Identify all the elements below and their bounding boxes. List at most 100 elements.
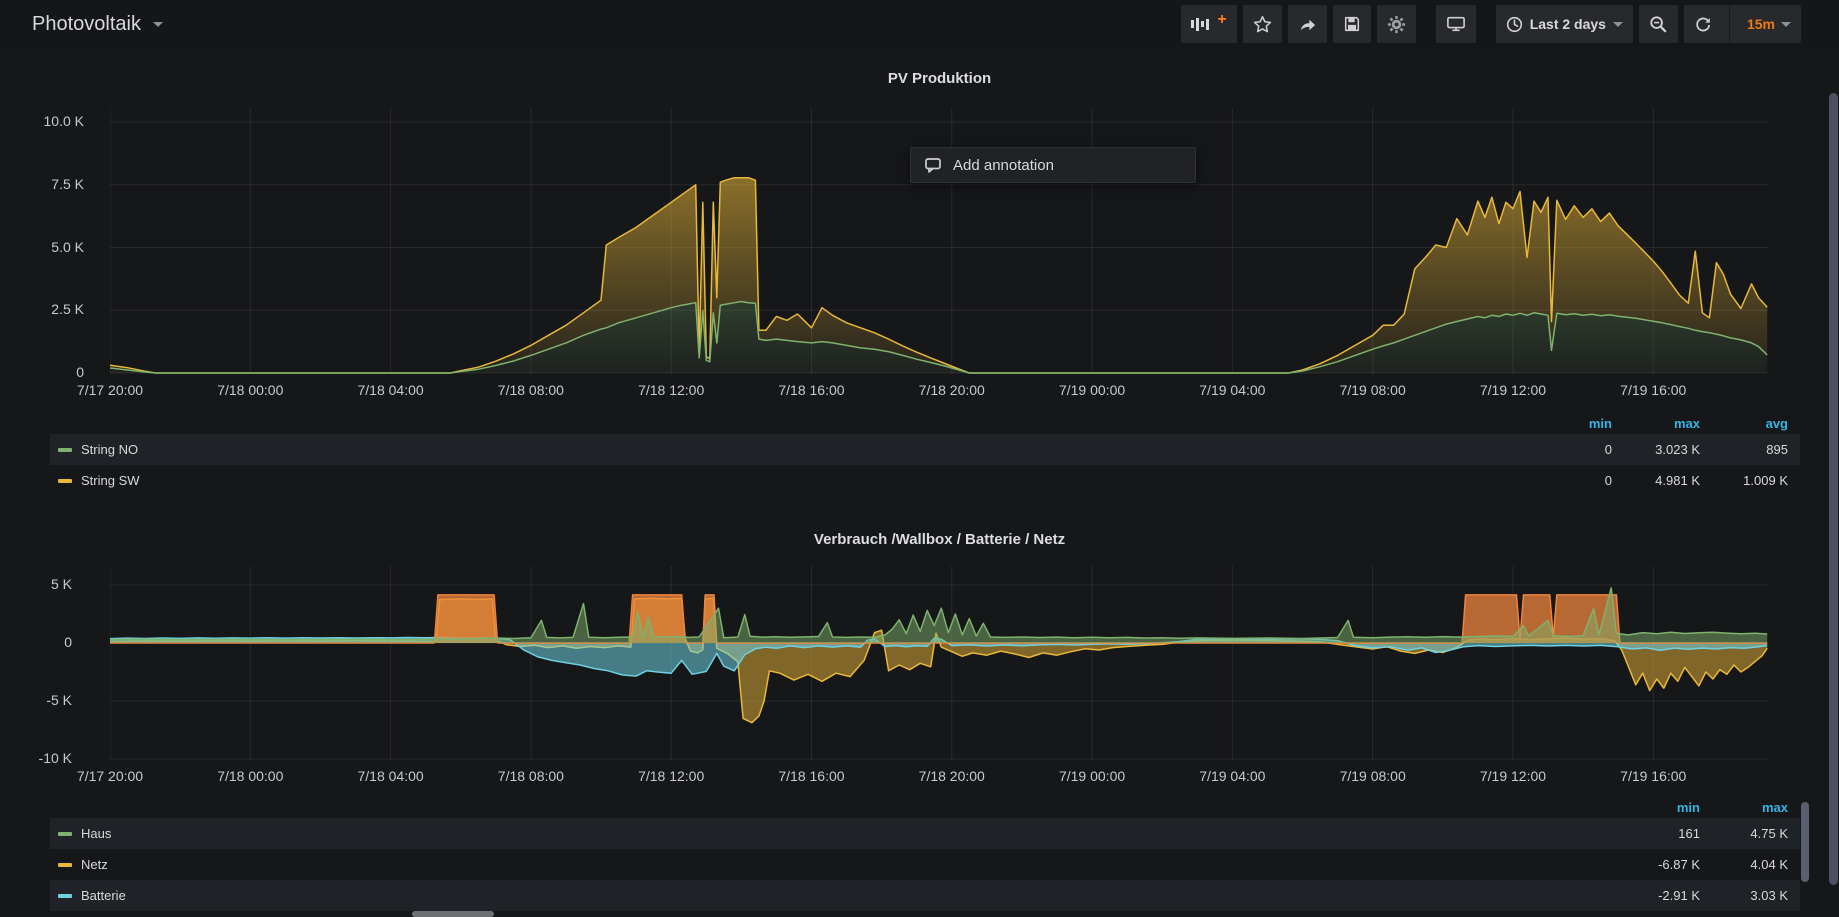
verbrauch-plot[interactable] — [110, 566, 1769, 760]
y-axis-label: 7.5 K — [0, 176, 84, 192]
chevron-down-icon — [1781, 22, 1791, 27]
series-swatch[interactable] — [58, 448, 72, 452]
stat-max: 4.75 K — [1700, 826, 1788, 841]
series-name[interactable]: Batterie — [81, 888, 126, 903]
x-axis-label: 7/19 00:00 — [1032, 768, 1152, 784]
series-swatch[interactable] — [58, 894, 72, 898]
x-axis-label: 7/17 20:00 — [50, 768, 170, 784]
legend-header-min[interactable]: min — [1612, 800, 1700, 815]
series-name[interactable]: Netz — [81, 857, 108, 872]
x-axis-label: 7/18 04:00 — [331, 382, 451, 398]
x-axis-label: 7/18 12:00 — [611, 768, 731, 784]
dashboard-title[interactable]: Photovoltaik — [32, 13, 141, 36]
y-axis-label: 5.0 K — [0, 239, 84, 255]
legend-row-batterie: Batterie -2.91 K 3.03 K — [50, 880, 1800, 911]
panel-title-pv-produktion[interactable]: PV Produktion — [110, 70, 1769, 87]
y-axis-label: 2.5 K — [0, 301, 84, 317]
add-panel-icon — [1191, 16, 1209, 32]
x-axis-label: 7/18 04:00 — [331, 768, 451, 784]
x-axis-label: 7/19 12:00 — [1453, 382, 1573, 398]
legend-scrollbar-thumb[interactable] — [1801, 802, 1809, 882]
verbrauch-legend: min max Haus 161 4.75 K Netz -6.87 K 4.0… — [50, 796, 1800, 911]
stat-avg: 1.009 K — [1700, 473, 1788, 488]
verbrauch-chart[interactable] — [110, 566, 1769, 760]
y-axis-label: -10 K — [0, 750, 72, 766]
clock-icon — [1506, 16, 1523, 33]
y-axis-label: 0 — [0, 364, 84, 380]
save-icon — [1343, 15, 1361, 33]
page-scrollbar-thumb[interactable] — [1829, 93, 1838, 885]
legend-header-max[interactable]: max — [1612, 416, 1700, 431]
stat-min: -6.87 K — [1612, 857, 1700, 872]
stat-min: 0 — [1524, 473, 1612, 488]
legend-header-avg[interactable]: avg — [1700, 416, 1788, 431]
x-axis-label: 7/19 16:00 — [1593, 768, 1713, 784]
x-axis-label: 7/19 16:00 — [1593, 382, 1713, 398]
series-name[interactable]: String SW — [81, 473, 140, 488]
settings-button[interactable] — [1377, 5, 1416, 43]
save-button[interactable] — [1333, 5, 1371, 43]
series-name[interactable]: String NO — [81, 442, 138, 457]
x-axis-label: 7/18 20:00 — [892, 768, 1012, 784]
x-axis-label: 7/19 08:00 — [1313, 768, 1433, 784]
pv-legend: min max avg String NO 0 3.023 K 895 Stri… — [50, 412, 1800, 496]
tv-icon — [1446, 15, 1466, 33]
share-button[interactable] — [1288, 5, 1327, 43]
dashboard: Photovoltaik + — [0, 0, 1839, 917]
x-axis-label: 7/19 00:00 — [1032, 382, 1152, 398]
series-swatch[interactable] — [58, 479, 72, 483]
refresh-interval-picker[interactable]: 15m — [1737, 5, 1801, 43]
x-axis-label: 7/18 16:00 — [751, 382, 871, 398]
star-button[interactable] — [1243, 5, 1282, 43]
y-axis-label: 0 — [0, 634, 72, 650]
refresh-button[interactable] — [1684, 5, 1722, 43]
series-name[interactable]: Haus — [81, 826, 111, 841]
stat-min: 0 — [1524, 442, 1612, 457]
legend-header: min max avg — [50, 412, 1800, 434]
y-axis-label: -5 K — [0, 692, 72, 708]
x-axis-label: 7/19 08:00 — [1313, 382, 1433, 398]
stat-min: -2.91 K — [1612, 888, 1700, 903]
x-axis-label: 7/18 00:00 — [190, 382, 310, 398]
x-axis-label: 7/19 04:00 — [1172, 382, 1292, 398]
x-axis-label: 7/18 00:00 — [190, 768, 310, 784]
stat-max: 4.981 K — [1612, 473, 1700, 488]
zoom-out-icon — [1649, 15, 1668, 34]
zoom-out-button[interactable] — [1639, 5, 1678, 43]
series-swatch[interactable] — [58, 863, 72, 867]
add-panel-button[interactable]: + — [1181, 5, 1236, 43]
legend-row-string-sw: String SW 0 4.981 K 1.009 K — [50, 465, 1800, 496]
stat-max: 3.03 K — [1700, 888, 1788, 903]
x-axis-label: 7/19 04:00 — [1172, 768, 1292, 784]
x-axis-label: 7/18 08:00 — [471, 382, 591, 398]
cycle-view-button[interactable] — [1436, 5, 1476, 43]
time-range-picker[interactable]: Last 2 days — [1496, 5, 1633, 43]
add-annotation-label: Add annotation — [953, 157, 1054, 174]
x-axis-label: 7/18 20:00 — [892, 382, 1012, 398]
stat-avg: 895 — [1700, 442, 1788, 457]
y-axis-label: 5 K — [0, 576, 72, 592]
star-icon — [1253, 15, 1272, 34]
chevron-down-icon — [153, 22, 163, 27]
add-annotation-menu-item[interactable]: Add annotation — [910, 147, 1196, 183]
stat-max: 3.023 K — [1612, 442, 1700, 457]
legend-header-max[interactable]: max — [1700, 800, 1788, 815]
x-axis-label: 7/18 08:00 — [471, 768, 591, 784]
plus-icon: + — [1217, 15, 1226, 25]
refresh-icon — [1694, 15, 1712, 33]
panel-title-verbrauch[interactable]: Verbrauch /Wallbox / Batterie / Netz — [110, 531, 1769, 548]
chevron-down-icon — [1613, 22, 1623, 27]
stat-min: 161 — [1612, 826, 1700, 841]
legend-row-netz: Netz -6.87 K 4.04 K — [50, 849, 1800, 880]
refresh-interval-label: 15m — [1747, 16, 1775, 32]
series-swatch[interactable] — [58, 832, 72, 836]
dashboard-header: Photovoltaik + — [0, 0, 1839, 48]
legend-header-min[interactable]: min — [1524, 416, 1612, 431]
refresh-button-group: 15m — [1684, 5, 1801, 43]
time-range-label: Last 2 days — [1530, 16, 1606, 32]
comment-icon — [924, 156, 942, 174]
gear-icon — [1387, 15, 1406, 34]
horizontal-scrollbar-thumb[interactable] — [412, 911, 494, 917]
legend-row-string-no: String NO 0 3.023 K 895 — [50, 434, 1800, 465]
y-axis-label: 10.0 K — [0, 113, 84, 129]
